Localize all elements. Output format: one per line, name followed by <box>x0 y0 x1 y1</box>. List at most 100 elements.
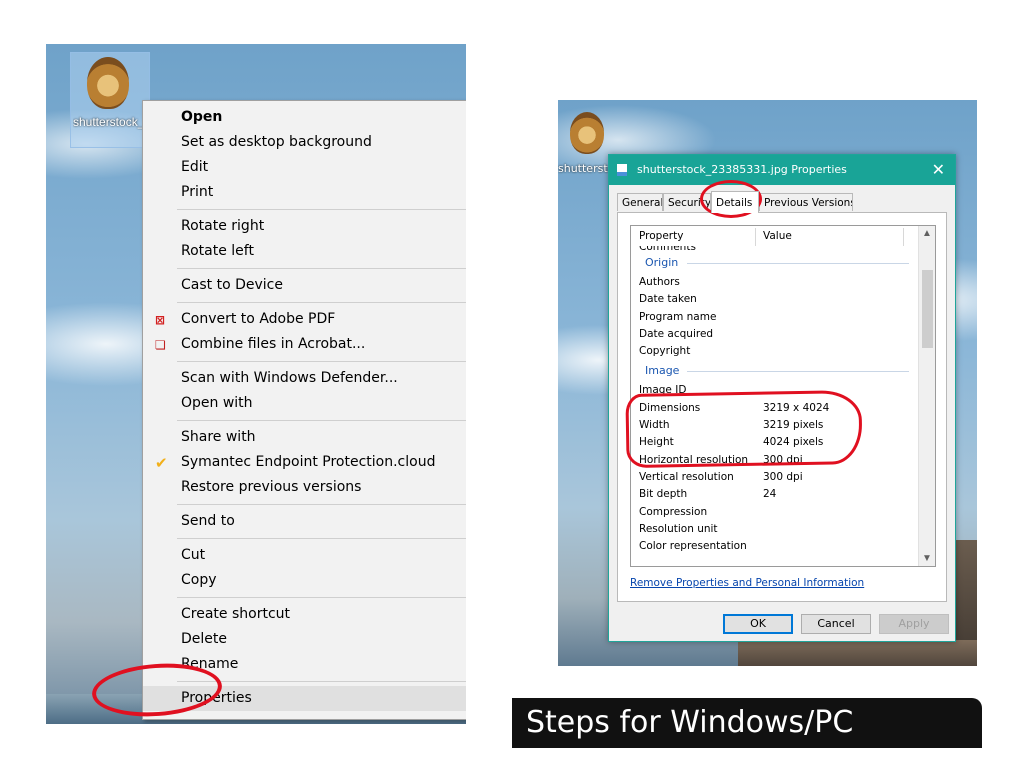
column-value[interactable]: Value <box>763 226 792 246</box>
column-property[interactable]: Property <box>639 226 683 246</box>
property-row[interactable]: Vertical resolution 300 dpi <box>631 469 919 486</box>
caption-banner: Steps for Windows/PC <box>512 698 982 748</box>
menu-item-delete[interactable]: Delete <box>143 627 466 652</box>
close-icon[interactable]: ✕ <box>932 155 945 185</box>
image-file-icon <box>617 164 627 176</box>
menu-item-create-shortcut[interactable]: Create shortcut <box>143 602 466 627</box>
apply-button[interactable]: Apply <box>879 614 949 634</box>
dialog-title-bar[interactable]: shutterstock_23385331.jpg Properties ✕ <box>609 155 955 185</box>
menu-separator <box>177 538 466 539</box>
menu-item-convert-to-adobe-pdf[interactable]: ⊠ Convert to Adobe PDF <box>143 307 466 332</box>
ok-button[interactable]: OK <box>723 614 793 634</box>
menu-separator <box>177 302 466 303</box>
tab-details[interactable]: Details <box>711 191 759 213</box>
pdf-icon: ⊠ <box>155 313 166 327</box>
property-name: Program name <box>639 310 717 323</box>
property-name: Date acquired <box>639 327 714 340</box>
acrobat-combine-icon: ❏ <box>155 338 166 352</box>
property-row[interactable]: Compression <box>631 504 919 521</box>
list-header: Property Value <box>631 226 919 246</box>
property-value: 24 <box>763 488 777 501</box>
property-row[interactable]: Date taken <box>631 291 919 308</box>
menu-item-label: Cut <box>181 547 206 563</box>
column-divider <box>903 228 904 246</box>
scroll-up-icon[interactable]: ▲ <box>922 228 932 239</box>
tab-previous-versions[interactable]: Previous Versions <box>759 193 853 211</box>
property-name: Copyright <box>639 345 691 358</box>
column-divider <box>755 228 756 246</box>
property-row[interactable]: Copyright <box>631 343 919 360</box>
group-header-image: Image <box>631 360 919 382</box>
annotation-circle-dimensions <box>625 389 863 469</box>
cancel-button[interactable]: Cancel <box>801 614 871 634</box>
menu-separator <box>177 420 466 421</box>
symantec-check-icon: ✔ <box>155 454 168 472</box>
group-divider <box>687 371 909 373</box>
menu-item-label: Open with <box>181 395 253 411</box>
group-name: Origin <box>645 256 679 269</box>
property-value: 300 dpi <box>763 470 803 483</box>
menu-item-set-as-desktop-background[interactable]: Set as desktop background <box>143 130 466 155</box>
menu-item-label: Restore previous versions <box>181 479 362 495</box>
menu-item-label: Set as desktop background <box>181 134 372 150</box>
menu-item-label: Symantec Endpoint Protection.cloud <box>181 454 436 470</box>
vertical-scrollbar[interactable]: ▲ ▼ <box>918 226 935 566</box>
menu-item-combine-files-in-acrobat[interactable]: ❏ Combine files in Acrobat... <box>143 332 466 357</box>
menu-item-label: Convert to Adobe PDF <box>181 311 336 327</box>
menu-item-open[interactable]: Open <box>143 105 466 130</box>
menu-separator <box>177 504 466 505</box>
desktop-file-icon[interactable] <box>568 110 608 158</box>
dialog-title: shutterstock_23385331.jpg Properties <box>637 163 847 176</box>
menu-item-copy[interactable]: Copy <box>143 568 466 593</box>
menu-item-label: Copy <box>181 572 217 588</box>
property-row[interactable]: Program name <box>631 309 919 326</box>
remove-properties-link[interactable]: Remove Properties and Personal Informati… <box>630 577 864 589</box>
property-row[interactable]: Color representation <box>631 538 919 555</box>
menu-item-label: Send to <box>181 513 235 529</box>
menu-item-send-to[interactable]: Send to› <box>143 509 466 534</box>
property-row[interactable]: Authors <box>631 274 919 291</box>
property-name: Vertical resolution <box>639 470 734 483</box>
menu-item-label: Share with <box>181 429 256 445</box>
property-row[interactable]: Date acquired <box>631 326 919 343</box>
menu-item-label: Edit <box>181 159 209 175</box>
menu-item-print[interactable]: Print <box>143 180 466 205</box>
menu-item-label: Rotate left <box>181 243 254 259</box>
property-name: Compression <box>639 505 708 518</box>
property-name: Bit depth <box>639 488 688 501</box>
menu-item-cut[interactable]: Cut <box>143 543 466 568</box>
group-divider <box>687 263 909 264</box>
menu-item-symantec-endpoint-protection-cloud[interactable]: ✔Symantec Endpoint Protection.cloud› <box>143 450 466 475</box>
menu-separator <box>177 597 466 598</box>
menu-item-label: Delete <box>181 631 227 647</box>
menu-item-label: Cast to Device <box>181 277 283 293</box>
menu-item-edit[interactable]: Edit <box>143 155 466 180</box>
tab-general[interactable]: General <box>617 193 663 211</box>
scroll-down-icon[interactable]: ▼ <box>922 553 932 564</box>
menu-item-restore-previous-versions[interactable]: Restore previous versions <box>143 475 466 500</box>
menu-separator <box>177 209 466 210</box>
menu-item-open-with[interactable]: Open with› <box>143 391 466 416</box>
lion-image-icon <box>87 57 129 109</box>
property-row[interactable]: Bit depth 24 <box>631 486 919 503</box>
menu-item-label: Combine files in Acrobat... <box>181 336 366 352</box>
menu-item-cast-to-device[interactable]: Cast to Device› <box>143 273 466 298</box>
desktop-file-icon[interactable]: shutterstock_23385331 <box>70 52 150 148</box>
property-name: Date taken <box>639 293 697 306</box>
menu-item-label: Open <box>181 109 223 125</box>
menu-separator <box>177 268 466 269</box>
menu-item-label: Rotate right <box>181 218 265 234</box>
menu-item-rotate-right[interactable]: Rotate right <box>143 214 466 239</box>
properties-screenshot: shutterstock_23385331.jpg shutterstock_2… <box>558 100 977 666</box>
menu-item-label: Print <box>181 184 214 200</box>
menu-item-rotate-left[interactable]: Rotate left <box>143 239 466 264</box>
menu-item-share-with[interactable]: Share with› <box>143 425 466 450</box>
lion-image-icon <box>570 112 604 154</box>
menu-separator <box>177 361 466 362</box>
property-name: Resolution unit <box>639 522 718 535</box>
group-header-origin: Origin <box>631 252 919 274</box>
group-name: Image <box>645 364 680 378</box>
scroll-thumb[interactable] <box>922 270 933 348</box>
property-row[interactable]: Resolution unit <box>631 521 919 538</box>
menu-item-scan-with-windows-defender[interactable]: Scan with Windows Defender... <box>143 366 466 391</box>
